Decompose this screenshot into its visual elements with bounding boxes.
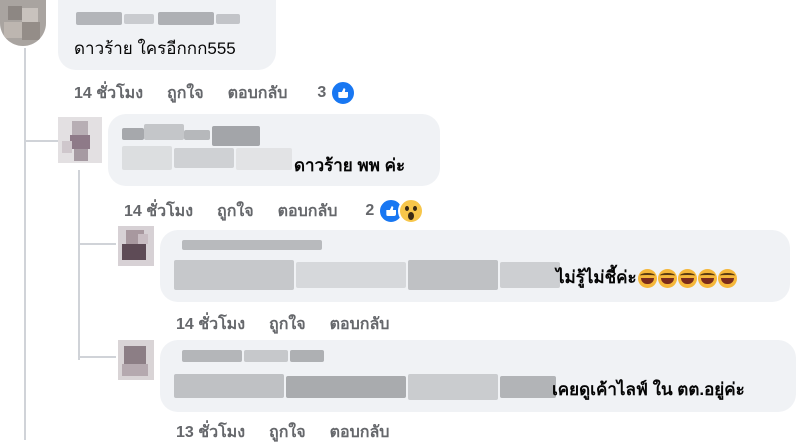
reply-button[interactable]: ตอบกลับ	[278, 199, 338, 224]
comment-bubble: เคยดูเค้าไลฟ์ ใน ตต.อยู่ค่ะ	[160, 340, 796, 412]
comment-text-content: ไม่รู้ไม่ชี้ค่ะ	[556, 268, 637, 287]
wow-icon	[398, 198, 425, 224]
thread-connector	[78, 356, 116, 358]
comment-actions: 14 ชั่วโมง ถูกใจ ตอบกลับ	[176, 312, 413, 337]
comment-text: เคยดูเค้าไลฟ์ ใน ตต.อยู่ค่ะ	[552, 380, 745, 399]
laughing-emoji	[717, 268, 737, 288]
comment-actions: 14 ชั่วโมง ถูกใจ ตอบกลับ 3	[74, 80, 357, 106]
like-button[interactable]: ถูกใจ	[217, 199, 254, 224]
timestamp[interactable]: 14 ชั่วโมง	[176, 312, 245, 337]
reaction-count[interactable]: 3	[317, 84, 326, 102]
comment-bubble: ดาวร้าย พพ ค่ะ	[108, 114, 440, 186]
reply-button[interactable]: ตอบกลับ	[330, 312, 390, 337]
comment-text: ดาวร้าย ใครอีกกก555	[74, 39, 236, 58]
comment-actions: 13 ชั่วโมง ถูกใจ ตอบกลับ	[176, 420, 413, 445]
avatar[interactable]	[118, 340, 154, 380]
reply-button[interactable]: ตอบกลับ	[228, 81, 288, 106]
thread-connector	[24, 140, 58, 142]
reaction-count[interactable]: 2	[365, 202, 374, 220]
thread-connector	[78, 243, 116, 245]
laughing-emoji	[677, 268, 697, 288]
comment-actions: 14 ชั่วโมง ถูกใจ ตอบกลับ 2	[124, 198, 425, 224]
comment-text: ดาวร้าย พพ ค่ะ	[294, 156, 406, 175]
timestamp[interactable]: 14 ชั่วโมง	[124, 199, 193, 224]
avatar[interactable]	[118, 226, 154, 266]
like-icon	[330, 80, 357, 106]
like-button[interactable]: ถูกใจ	[269, 420, 306, 445]
laughing-emoji	[657, 268, 677, 288]
thread-line	[24, 48, 26, 440]
avatar[interactable]	[58, 117, 102, 163]
laughing-emoji	[697, 268, 717, 288]
reply-button[interactable]: ตอบกลับ	[330, 420, 390, 445]
comment-bubble: ดาวร้าย ใครอีกกก555	[58, 0, 276, 70]
timestamp[interactable]: 14 ชั่วโมง	[74, 81, 143, 106]
like-button[interactable]: ถูกใจ	[167, 81, 204, 106]
thread-line-nested	[78, 170, 80, 360]
comment-text: ไม่รู้ไม่ชี้ค่ะ	[556, 268, 737, 288]
avatar[interactable]	[0, 0, 46, 46]
timestamp[interactable]: 13 ชั่วโมง	[176, 420, 245, 445]
like-button[interactable]: ถูกใจ	[269, 312, 306, 337]
laughing-emoji	[637, 268, 657, 288]
comment-bubble: ไม่รู้ไม่ชี้ค่ะ	[160, 230, 790, 302]
